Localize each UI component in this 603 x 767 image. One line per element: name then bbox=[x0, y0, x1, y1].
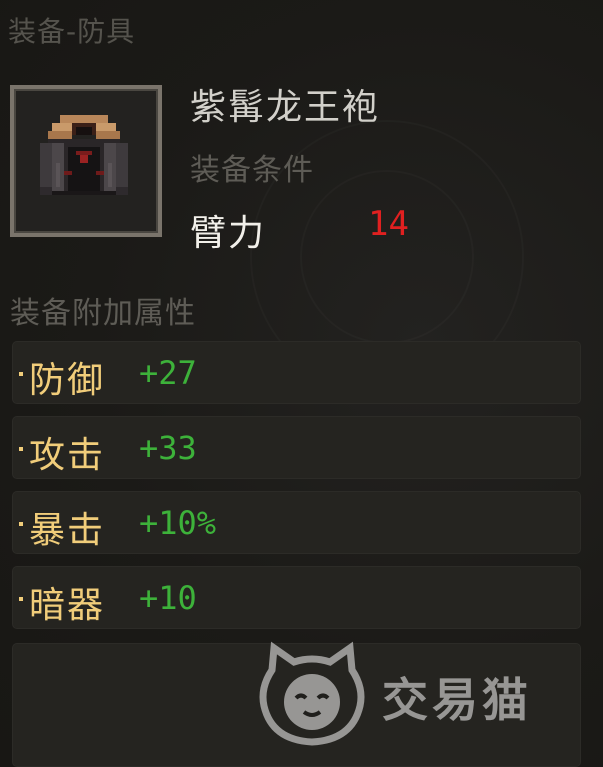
attributes-title: 装备附加属性 bbox=[10, 296, 196, 331]
category-title: 装备-防具 bbox=[8, 15, 136, 48]
robe-icon bbox=[40, 115, 128, 195]
requirement-stat-label: 臂力 bbox=[190, 213, 267, 254]
item-icon-frame[interactable] bbox=[10, 85, 162, 237]
attribute-value: +27 bbox=[139, 354, 197, 392]
requirement-title: 装备条件 bbox=[190, 153, 314, 188]
attribute-row-attack: 攻击 +33 bbox=[12, 416, 581, 479]
bullet-icon bbox=[19, 447, 23, 451]
attribute-row-critical: 暴击 +10% bbox=[12, 491, 581, 554]
requirement-stat-value: 14 bbox=[368, 204, 409, 244]
attribute-value: +33 bbox=[139, 429, 197, 467]
background-ring-decoration-inner bbox=[300, 170, 474, 344]
bullet-icon bbox=[19, 522, 23, 526]
attribute-value: +10% bbox=[139, 504, 217, 542]
attribute-label: 攻击 bbox=[29, 435, 106, 476]
attribute-label: 暴击 bbox=[29, 510, 106, 551]
attribute-label: 防御 bbox=[29, 360, 106, 401]
cat-logo-icon bbox=[259, 641, 365, 746]
bullet-icon bbox=[19, 597, 23, 601]
attribute-value: +10 bbox=[139, 579, 197, 617]
item-name: 紫髯龙王袍 bbox=[190, 87, 381, 128]
bullet-icon bbox=[19, 372, 23, 376]
equipment-tooltip: 装备-防具 紫髯龙王袍 装备条件 臂力 14 装备附加属性 防御 +27 攻击 … bbox=[0, 0, 603, 767]
attribute-row-hidden-weapon: 暗器 +10 bbox=[12, 566, 581, 629]
watermark-text: 交易猫 bbox=[382, 673, 532, 727]
attribute-label: 暗器 bbox=[29, 585, 106, 626]
watermark: 交易猫 bbox=[252, 640, 592, 750]
attribute-row-defense: 防御 +27 bbox=[12, 341, 581, 404]
